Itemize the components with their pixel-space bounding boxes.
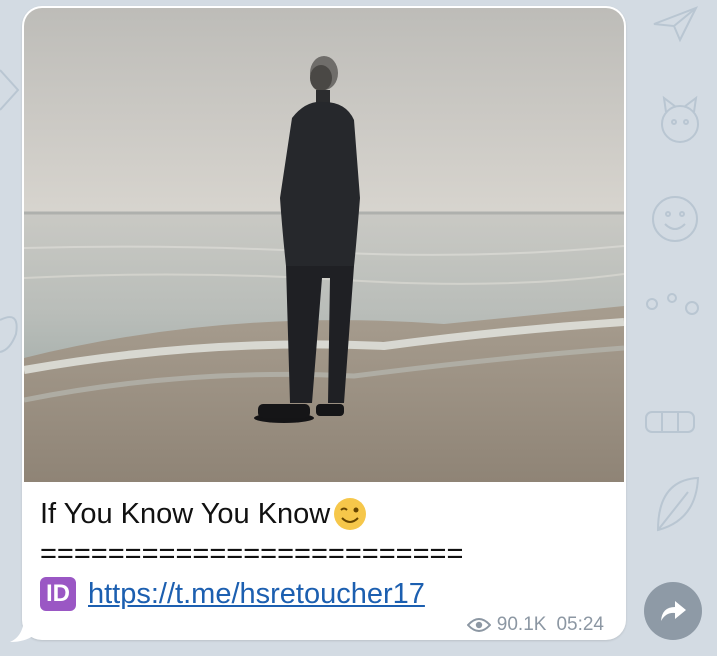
eye-icon	[466, 618, 491, 632]
message-time: 05:24	[556, 614, 604, 635]
view-count: 90.1K	[496, 614, 547, 635]
leaf-doodle-icon	[656, 476, 700, 532]
star-doodle-icon	[0, 69, 20, 111]
cat-doodle-icon	[661, 95, 699, 143]
link-line: ID https://t.me/hsretoucher17	[40, 574, 610, 614]
id-badge-icon: ID	[40, 577, 76, 611]
channel-link[interactable]: https://t.me/hsretoucher17	[88, 574, 425, 614]
message-meta: 90.1K 05:24	[466, 614, 604, 636]
winking-face-emoji-icon	[334, 498, 367, 530]
message-photo[interactable]	[24, 8, 624, 482]
caption-title: If You Know You Know	[40, 498, 331, 530]
message-bubble[interactable]: If You Know You Know ===================…	[22, 6, 626, 640]
beach-photo-image	[24, 8, 624, 482]
bubble-tail	[10, 616, 38, 642]
heart-doodle-icon	[0, 316, 18, 353]
share-arrow-icon	[661, 601, 686, 621]
smile-doodle-icon	[652, 196, 698, 242]
separator-line: =========================	[40, 538, 464, 570]
ticket-doodle-icon	[645, 411, 695, 433]
message-caption: If You Know You Know ===================…	[40, 494, 610, 614]
bubbles-doodle-icon	[646, 293, 699, 315]
paper-plane-doodle-icon	[653, 6, 699, 43]
share-button[interactable]	[644, 582, 702, 640]
caption-title-line: If You Know You Know	[40, 494, 610, 534]
